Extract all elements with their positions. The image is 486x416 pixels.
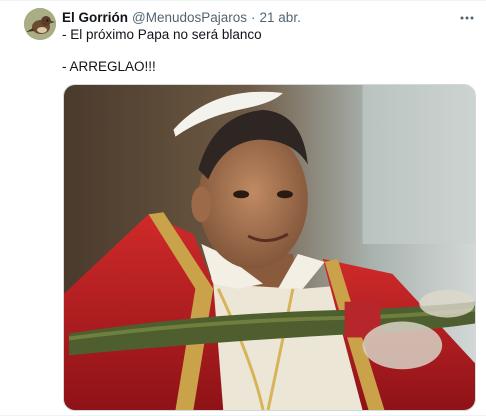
- tweet-text-line: - El próximo Papa no será blanco: [62, 27, 262, 42]
- author-name[interactable]: El Gorrión: [62, 9, 128, 27]
- separator-dot: ·: [251, 10, 256, 25]
- sparrow-avatar-icon: [24, 8, 56, 40]
- more-options-button[interactable]: [454, 8, 480, 28]
- author-avatar[interactable]: [24, 8, 56, 40]
- tweet-card[interactable]: El Gorrión @MenudosPajaros · 21 abr. - E…: [0, 0, 486, 416]
- author-handle[interactable]: @MenudosPajaros: [132, 9, 247, 27]
- tweet-header: El Gorrión @MenudosPajaros · 21 abr.: [62, 9, 301, 27]
- more-horizontal-icon: [460, 16, 474, 20]
- tweet-timestamp[interactable]: 21 abr.: [260, 9, 301, 27]
- tweet-text-line: - ARREGLAO!!!: [62, 59, 156, 74]
- pope-photo-icon: [64, 85, 475, 410]
- tweet-text: - El próximo Papa no será blanco - ARREG…: [62, 27, 462, 75]
- tweet-photo[interactable]: [63, 84, 476, 411]
